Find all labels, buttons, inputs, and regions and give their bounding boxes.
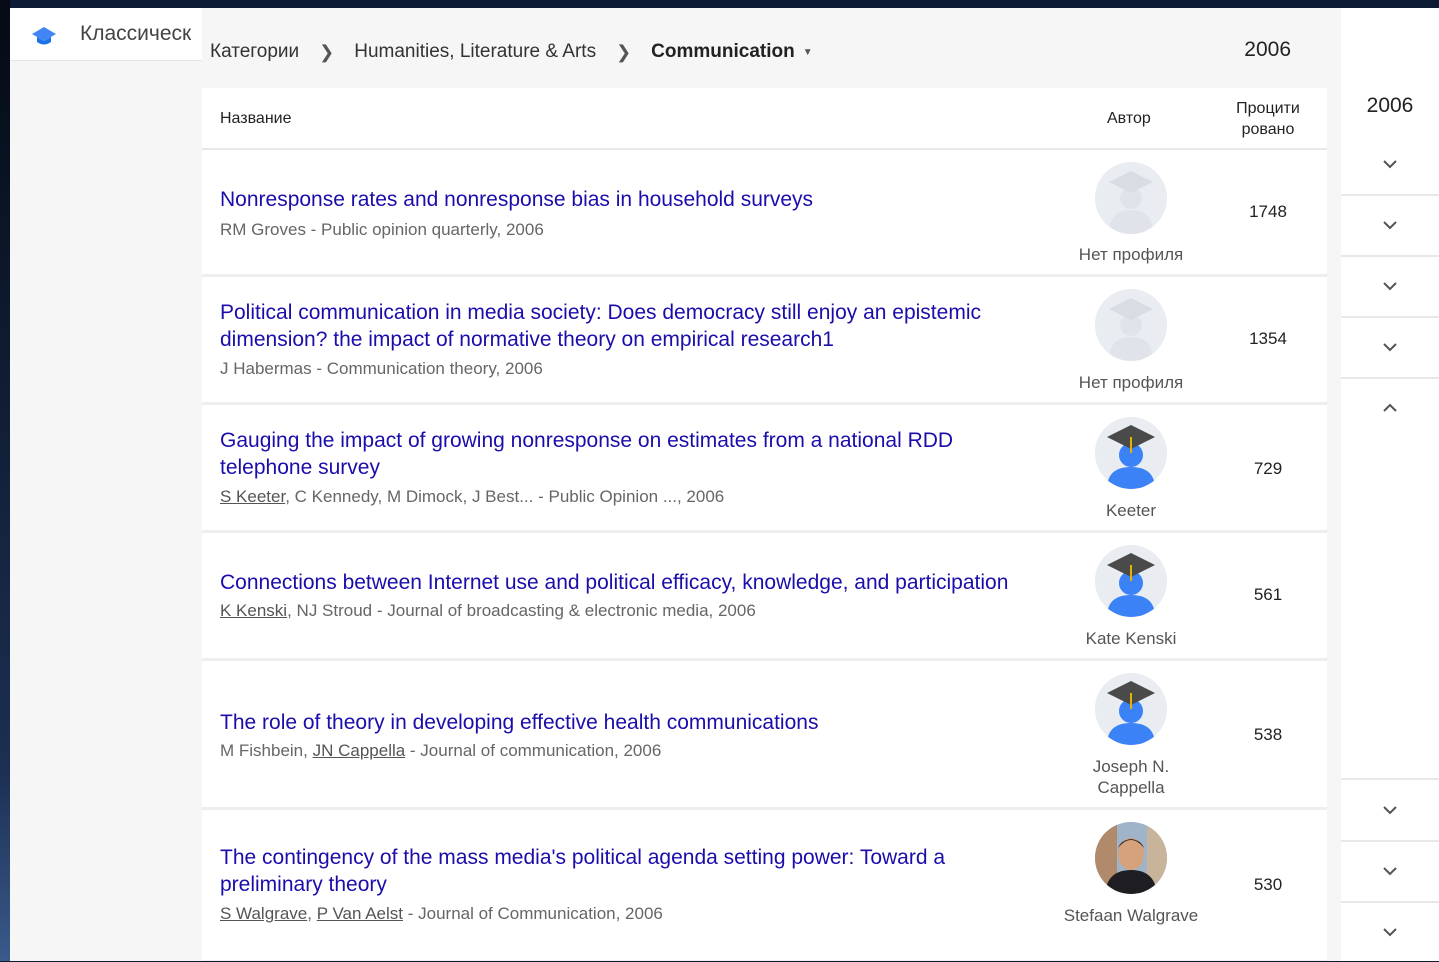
table-row: The role of theory in developing effecti… bbox=[202, 661, 1327, 810]
table-header: Название Автор Процити рованo bbox=[202, 88, 1327, 150]
article-title-link[interactable]: The contingency of the mass media's poli… bbox=[220, 844, 1020, 898]
author-link[interactable]: S Keeter bbox=[220, 487, 285, 506]
article-title-link[interactable]: Nonresponse rates and nonresponse bias i… bbox=[220, 186, 1020, 213]
cited-count[interactable]: 1354 bbox=[1224, 329, 1312, 349]
breadcrumb-category[interactable]: Humanities, Literature & Arts bbox=[354, 41, 596, 63]
avatar[interactable] bbox=[1095, 289, 1167, 361]
author-link[interactable]: P Van Aelst bbox=[317, 904, 403, 923]
scholar-cap-icon[interactable] bbox=[30, 22, 58, 50]
table-row: Gauging the impact of growing nonrespons… bbox=[202, 405, 1327, 533]
header-right bbox=[1341, 8, 1439, 60]
chevron-right-icon: ❯ bbox=[319, 41, 335, 62]
chevron-down-icon[interactable] bbox=[1382, 863, 1398, 879]
article-meta: RM Groves - Public opinion quarterly, 20… bbox=[220, 220, 544, 239]
cited-count[interactable]: 538 bbox=[1224, 725, 1312, 745]
article-title-link[interactable]: The role of theory in developing effecti… bbox=[220, 709, 1020, 736]
table-row: The contingency of the mass media's poli… bbox=[202, 810, 1327, 961]
breadcrumb: Категории ❯ Humanities, Literature & Art… bbox=[210, 40, 813, 64]
column-title[interactable]: Название bbox=[220, 110, 292, 128]
side-row bbox=[1341, 841, 1439, 903]
cited-count[interactable]: 729 bbox=[1224, 459, 1312, 479]
cited-count[interactable]: 561 bbox=[1224, 585, 1312, 605]
article-meta: K Kenski, NJ Stroud - Journal of broadca… bbox=[220, 601, 756, 620]
category-panel: Категории ❯ Humanities, Literature & Art… bbox=[202, 8, 1341, 961]
column-cited[interactable]: Процити рованo bbox=[1224, 98, 1312, 140]
author-name[interactable]: Keeter bbox=[1062, 500, 1200, 521]
article-title-link[interactable]: Political communication in media society… bbox=[220, 299, 1020, 353]
caret-down-icon[interactable]: ▼ bbox=[803, 47, 813, 58]
author-name[interactable]: Stefaan Walgrave bbox=[1062, 905, 1200, 926]
screen-edge bbox=[0, 0, 10, 961]
article-title-link[interactable]: Connections between Internet use and pol… bbox=[220, 569, 1020, 596]
app-header: Классическ bbox=[10, 8, 202, 61]
avatar[interactable] bbox=[1095, 673, 1167, 745]
side-row bbox=[1341, 195, 1439, 257]
year-side-column: 2006 bbox=[1341, 60, 1439, 961]
side-year-label: 2006 bbox=[1366, 94, 1414, 117]
chevron-right-icon: ❯ bbox=[616, 41, 632, 62]
chevron-down-icon[interactable] bbox=[1382, 339, 1398, 355]
chevron-up-icon[interactable] bbox=[1382, 400, 1398, 416]
author-name[interactable]: Kate Kenski bbox=[1062, 628, 1200, 649]
avatar[interactable] bbox=[1095, 417, 1167, 489]
side-row bbox=[1341, 902, 1439, 962]
author-name: Нет профиля bbox=[1078, 373, 1184, 392]
article-meta: S Keeter, C Kennedy, M Dimock, J Best...… bbox=[220, 487, 725, 506]
article-meta: J Habermas - Communication theory, 2006 bbox=[220, 359, 543, 378]
side-row bbox=[1341, 317, 1439, 379]
table-row: Connections between Internet use and pol… bbox=[202, 533, 1327, 661]
author-name: Нет профиля bbox=[1078, 245, 1184, 264]
breadcrumb-current[interactable]: Communication bbox=[651, 41, 795, 63]
author-link[interactable]: S Walgrave bbox=[220, 904, 307, 923]
author-link[interactable]: JN Cappella bbox=[313, 741, 406, 760]
article-meta: M Fishbein, JN Cappella - Journal of com… bbox=[220, 741, 662, 760]
cited-count[interactable]: 530 bbox=[1224, 875, 1312, 895]
chevron-down-icon[interactable] bbox=[1382, 217, 1398, 233]
author-name[interactable]: Joseph N. Cappella bbox=[1062, 756, 1200, 798]
avatar[interactable] bbox=[1095, 162, 1167, 234]
side-row bbox=[1341, 780, 1439, 842]
publications-table: Название Автор Процити рованo Nonrespons… bbox=[202, 88, 1327, 961]
app-title[interactable]: Классическ bbox=[80, 22, 191, 46]
side-row bbox=[1341, 256, 1439, 318]
table-row: Nonresponse rates and nonresponse bias i… bbox=[202, 150, 1327, 277]
breadcrumb-root[interactable]: Категории bbox=[210, 41, 299, 63]
column-author[interactable]: Автор bbox=[1107, 110, 1151, 128]
chevron-down-icon[interactable] bbox=[1382, 924, 1398, 940]
chevron-down-icon[interactable] bbox=[1382, 278, 1398, 294]
avatar[interactable] bbox=[1095, 545, 1167, 617]
chevron-down-icon[interactable] bbox=[1382, 156, 1398, 172]
article-meta: S Walgrave, P Van Aelst - Journal of Com… bbox=[220, 904, 663, 923]
article-title-link[interactable]: Gauging the impact of growing nonrespons… bbox=[220, 427, 1020, 481]
cited-count[interactable]: 1748 bbox=[1224, 202, 1312, 222]
table-row: Political communication in media society… bbox=[202, 277, 1327, 405]
author-link[interactable]: K Kenski bbox=[220, 601, 287, 620]
avatar-photo[interactable] bbox=[1095, 822, 1167, 894]
year-label: 2006 bbox=[1244, 38, 1291, 61]
side-row bbox=[1341, 134, 1439, 196]
chevron-down-icon[interactable] bbox=[1382, 802, 1398, 818]
side-row-expanded bbox=[1341, 378, 1439, 780]
